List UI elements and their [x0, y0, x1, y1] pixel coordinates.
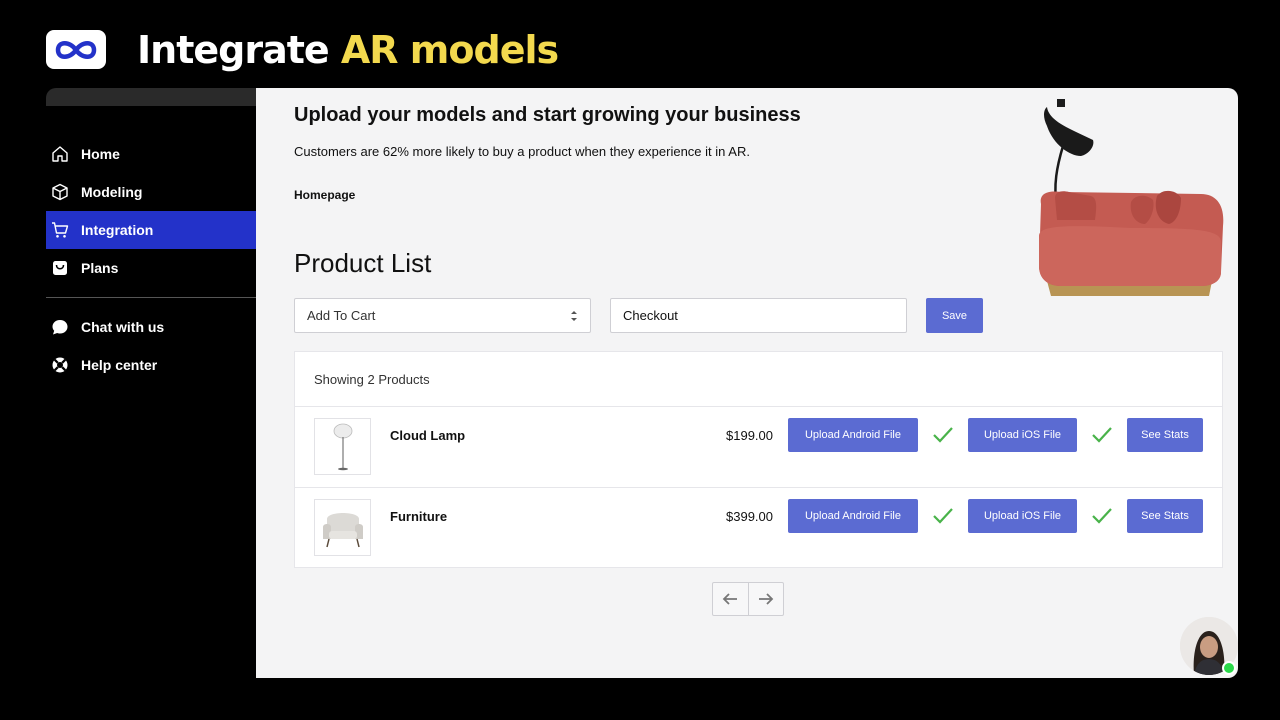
box-icon: [50, 258, 70, 278]
cart-icon: [50, 220, 70, 240]
page-heading: Upload your models and start growing you…: [294, 104, 801, 126]
sidebar-divider: [46, 297, 256, 298]
table-row: Furniture $399.00 Upload Android File Up…: [295, 488, 1222, 569]
online-status-badge: [1222, 661, 1236, 675]
sidebar-item-chat[interactable]: Chat with us: [46, 308, 256, 346]
select-value: Add To Cart: [307, 308, 376, 323]
hero-title-plain: Integrate: [137, 28, 341, 72]
sidebar-item-label: Help center: [81, 357, 158, 373]
arrow-right-icon: [758, 593, 774, 605]
arrow-left-icon: [722, 593, 738, 605]
product-list-card: Showing 2 Products Cloud Lamp $199.00 Up…: [294, 351, 1223, 568]
main-panel: Upload your models and start growing you…: [256, 88, 1238, 678]
product-name: Cloud Lamp: [390, 428, 466, 443]
sidebar: Home Modeling Integration Plans Chat wit…: [46, 135, 256, 384]
hero-title-accent: AR models: [340, 28, 559, 72]
upload-ios-button[interactable]: Upload iOS File: [968, 418, 1077, 452]
sidebar-item-integration[interactable]: Integration: [46, 211, 256, 249]
sidebar-item-plans[interactable]: Plans: [46, 249, 256, 287]
product-price: $399.00: [726, 509, 773, 524]
sidebar-item-label: Plans: [81, 260, 119, 276]
sidebar-item-label: Modeling: [81, 184, 143, 200]
table-row: Cloud Lamp $199.00 Upload Android File U…: [295, 407, 1222, 488]
breadcrumb[interactable]: Homepage: [294, 188, 355, 202]
check-icon: [933, 508, 953, 524]
sidebar-item-label: Integration: [81, 222, 154, 238]
sidebar-item-modeling[interactable]: Modeling: [46, 173, 256, 211]
product-name: Furniture: [390, 509, 448, 524]
see-stats-button[interactable]: See Stats: [1127, 418, 1203, 452]
check-icon: [1092, 427, 1112, 443]
checkout-input[interactable]: [610, 298, 907, 333]
chat-icon: [50, 317, 70, 337]
sidebar-item-label: Chat with us: [81, 319, 165, 335]
product-count: Showing 2 Products: [295, 352, 1222, 407]
section-title: Product List: [294, 248, 432, 278]
hero-title: Integrate AR models: [137, 28, 559, 72]
sidebar-item-label: Home: [81, 146, 120, 162]
sidebar-item-help[interactable]: Help center: [46, 346, 256, 384]
upload-android-button[interactable]: Upload Android File: [788, 499, 918, 533]
sidebar-item-home[interactable]: Home: [46, 135, 256, 173]
lamp-image: [333, 423, 352, 470]
prev-page-button[interactable]: [713, 583, 749, 615]
product-price: $199.00: [726, 428, 773, 443]
page-subtext: Customers are 62% more likely to buy a p…: [294, 144, 750, 159]
cube-icon: [50, 182, 70, 202]
home-icon: [50, 144, 70, 164]
armchair-image: [322, 512, 363, 547]
upload-ios-button[interactable]: Upload iOS File: [968, 499, 1077, 533]
check-icon: [1092, 508, 1112, 524]
save-button[interactable]: Save: [926, 298, 983, 333]
lifebuoy-icon: [50, 355, 70, 375]
cart-action-select[interactable]: Add To Cart: [294, 298, 591, 333]
upload-android-button[interactable]: Upload Android File: [788, 418, 918, 452]
sofa-lamp-illustration: [1039, 99, 1224, 296]
select-arrows-icon: [571, 311, 577, 321]
sidebar-top-bar: [46, 88, 258, 106]
pagination: [712, 582, 784, 616]
see-stats-button[interactable]: See Stats: [1127, 499, 1203, 533]
product-thumbnail: [314, 499, 371, 556]
next-page-button[interactable]: [749, 583, 784, 615]
app-logo: [46, 30, 106, 69]
check-icon: [933, 427, 953, 443]
infinity-logo-icon: [55, 40, 97, 59]
product-thumbnail: [314, 418, 371, 475]
